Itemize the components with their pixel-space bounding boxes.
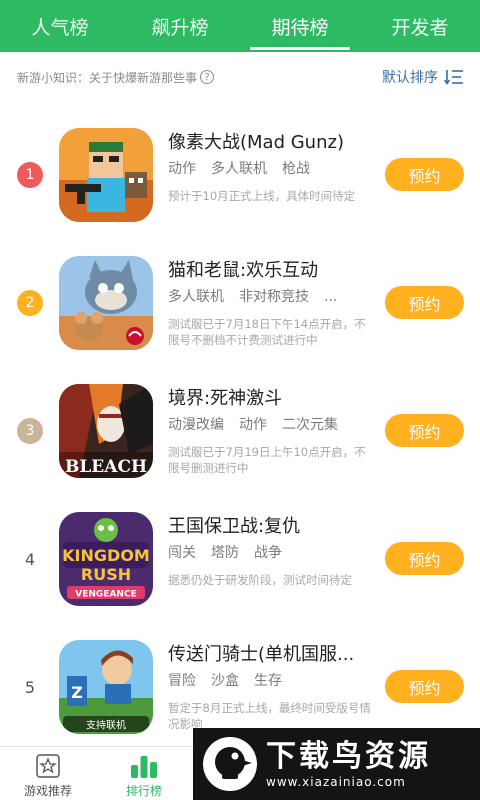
tip-text: 新游小知识：关于快爆新游那些事 (17, 70, 198, 85)
info-row: 新游小知识：关于快爆新游那些事 ? 默认排序 (0, 52, 480, 102)
game-status-text: 据悉仍处于研发阶段，测试时间待定 (168, 573, 352, 587)
tag[interactable]: 多人联机 (168, 289, 224, 305)
mad-gunz-game-icon[interactable] (59, 128, 153, 222)
top-tab-bar: 人气榜 飙升榜 期待榜 开发者 (0, 0, 480, 52)
tag: ... (324, 289, 338, 305)
multiplayer-badge-text: 支持联机 (86, 719, 126, 732)
reserve-button[interactable]: 预约 (385, 542, 464, 575)
tag[interactable]: 非对称竞技 (239, 289, 309, 305)
tab-rising[interactable]: 飙升榜 (120, 0, 240, 52)
sort-button[interactable]: 默认排序 (382, 67, 464, 87)
rank-badge: 1 (17, 162, 43, 188)
help-icon: ? (200, 70, 215, 84)
list-item[interactable]: 2 猫和老鼠:欢乐互动 多人联机 非对称竞技... 测试服已于7月18日下午14… (0, 241, 480, 369)
bird-logo-icon (203, 737, 257, 791)
nav-label: 排行榜 (125, 784, 162, 798)
game-tags: 动漫改编 动作 二次元集 (168, 414, 364, 434)
bleach-game-icon[interactable]: BLEACH (59, 384, 153, 478)
tag[interactable]: 枪战 (282, 161, 310, 177)
tag[interactable]: 冒险 (168, 673, 196, 689)
tag[interactable]: 二次元集 (282, 417, 338, 433)
sort-label: 默认排序 (382, 70, 438, 86)
rank-number: 4 (24, 549, 36, 569)
vengeance-logo-text: VENGEANCE (75, 590, 136, 600)
tag[interactable]: 生存 (254, 673, 282, 689)
game-title[interactable]: 境界:死神激斗 (168, 384, 374, 410)
list-item[interactable]: 1 像素大战(Mad Gunz) 动作 多人联机 枪战 预计于10月正式上线，具体时… (0, 113, 480, 241)
game-status-text: 测试服已于7月18日下午14点开启，不限号不删档不计费测试进行中 (168, 317, 366, 347)
tag[interactable]: 闯关 (168, 545, 196, 561)
game-tags: 动作 多人联机 枪战 (168, 158, 364, 178)
star-box-icon (36, 754, 60, 778)
game-list: 1 像素大战(Mad Gunz) 动作 多人联机 枪战 预计于10月正式上线，具体时… (0, 113, 480, 753)
rank-badge: 3 (17, 418, 43, 444)
bar-chart-icon (131, 756, 157, 778)
watermark-title: 下载鸟资源 (266, 739, 431, 774)
game-title[interactable]: 像素大战(Mad Gunz) (168, 128, 374, 154)
tab-anticipated[interactable]: 期待榜 (240, 0, 360, 52)
game-tags: 闯关 塔防 战争 (168, 542, 364, 562)
tag[interactable]: 沙盒 (211, 673, 239, 689)
reserve-button[interactable]: 预约 (385, 158, 464, 191)
reserve-button[interactable]: 预约 (385, 670, 464, 703)
tag[interactable]: 战争 (254, 545, 282, 561)
rush-logo-text: RUSH (81, 565, 131, 584)
svg-text:Z: Z (71, 683, 83, 702)
tag[interactable]: 塔防 (211, 545, 239, 561)
watermark-url: www.xiazainiao.com (266, 775, 406, 789)
game-title[interactable]: 王国保卫战:复仇 (168, 512, 374, 538)
nav-game-recommend[interactable]: 游戏推荐 (8, 753, 88, 799)
rank-badge: 2 (17, 290, 43, 316)
watermark-banner: 下载鸟资源 www.xiazainiao.com (193, 728, 480, 800)
nav-ranking[interactable]: 排行榜 (104, 753, 184, 799)
reserve-button[interactable]: 预约 (385, 414, 464, 447)
game-title[interactable]: 传送门骑士(单机国服... (168, 640, 374, 666)
list-item[interactable]: 4 KINGDOM RUSH VENGEANCE 王国保卫战:复仇 闯关 塔防 战争… (0, 497, 480, 625)
portal-knights-game-icon[interactable]: Z 支持联机 (59, 640, 153, 734)
bleach-logo-text: BLEACH (65, 457, 147, 477)
kingdom-rush-game-icon[interactable]: KINGDOM RUSH VENGEANCE (59, 512, 153, 606)
game-title[interactable]: 猫和老鼠:欢乐互动 (168, 256, 374, 282)
game-status-text: 测试服已于7月19日上午10点开启，不限号删测进行中 (168, 445, 366, 475)
reserve-button[interactable]: 预约 (385, 286, 464, 319)
list-item[interactable]: 3 BLEACH 境界:死神激斗 动漫改编 动作 二次元集 测试服已于7月19日上午… (0, 369, 480, 497)
tag[interactable]: 动作 (239, 417, 267, 433)
sort-icon (444, 70, 463, 85)
tab-popular[interactable]: 人气榜 (0, 0, 120, 52)
tag[interactable]: 动漫改编 (168, 417, 224, 433)
new-game-tip-link[interactable]: 新游小知识：关于快爆新游那些事 ? (17, 69, 215, 86)
game-status-text: 预计于10月正式上线，具体时间待定 (168, 189, 356, 203)
tab-developer[interactable]: 开发者 (360, 0, 480, 52)
rank-number: 5 (24, 677, 36, 697)
game-tags: 多人联机 非对称竞技... (168, 286, 364, 306)
kingdom-logo-text: KINGDOM (62, 546, 150, 565)
tag[interactable]: 动作 (168, 161, 196, 177)
nav-label: 游戏推荐 (23, 784, 72, 798)
game-tags: 冒险 沙盒 生存 (168, 670, 364, 690)
tag[interactable]: 多人联机 (211, 161, 267, 177)
tom-and-jerry-game-icon[interactable] (59, 256, 153, 350)
